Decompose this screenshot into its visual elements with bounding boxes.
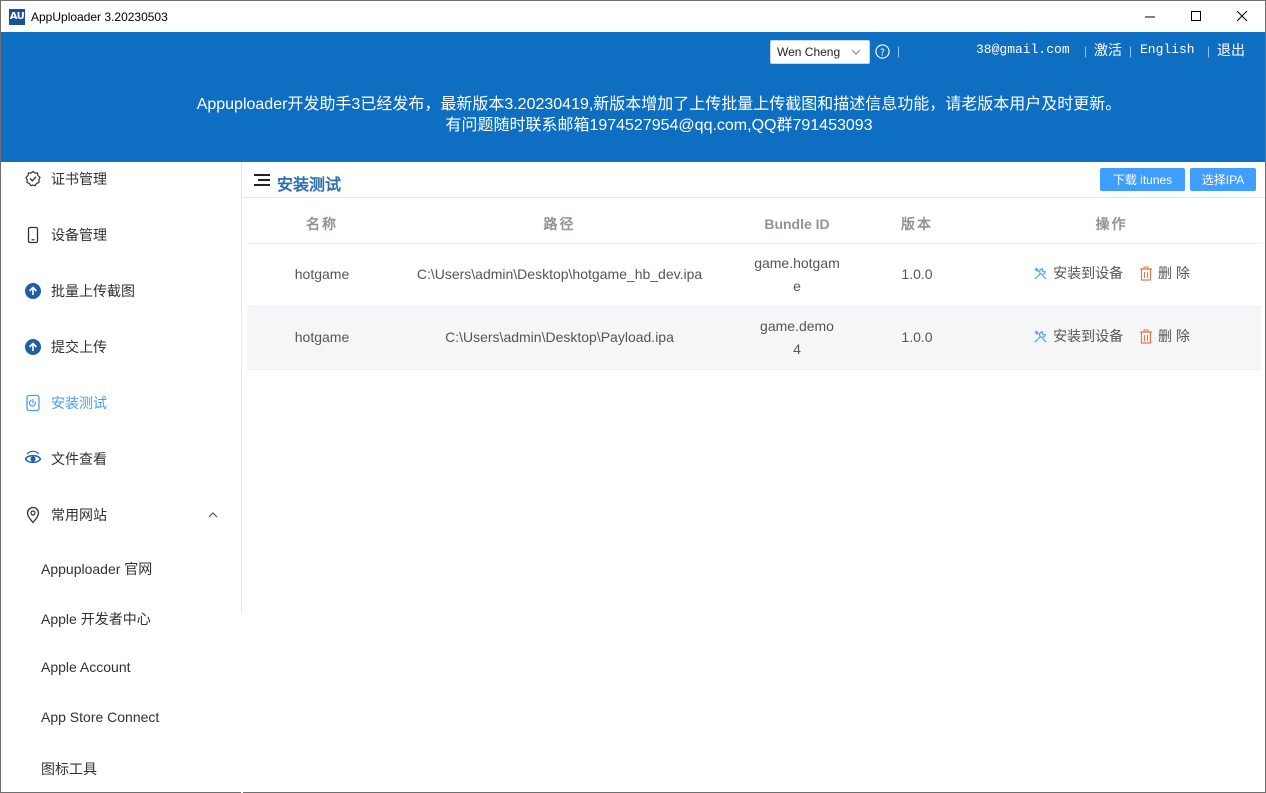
announcement: Appuploader开发助手3已经发布，最新版本3.20230419,新版本增… [1, 94, 1266, 136]
minimize-icon [1144, 16, 1155, 18]
install-to-device-button[interactable]: 安装到设备 [1033, 325, 1123, 348]
user-select-value: Wen Cheng [777, 45, 841, 59]
path-text: C:\Users\admin\Desktop\hotgame_hb_dev.ip… [416, 266, 703, 282]
sidebar-item-label: 提交上传 [51, 339, 107, 355]
tools-icon [1034, 329, 1047, 343]
sidebar-item-label: 批量上传截图 [51, 283, 135, 299]
trash-icon [1140, 329, 1152, 344]
cell-version: 1.0.0 [872, 306, 962, 370]
cell-name: hotgame [247, 243, 397, 307]
certificate-icon [24, 170, 42, 188]
sidebar: 证书管理 设备管理 批量上传截图 提交上传 安装测试 文件查看 常用网站 App… [1, 162, 242, 792]
location-icon [24, 506, 42, 524]
sidebar-item-label: 设备管理 [51, 227, 107, 243]
menu-icon[interactable] [254, 173, 270, 187]
tools-icon [1034, 266, 1047, 280]
bundle-id-text: game.demo4 [760, 317, 834, 357]
minimize-button[interactable] [1127, 1, 1173, 32]
cell-version: 1.0.0 [872, 243, 962, 307]
column-header-name: 名称 [247, 206, 397, 244]
header-separator: | [897, 44, 901, 58]
cell-actions: 安装到设备 删 除 [962, 306, 1261, 370]
column-header-path: 路径 [397, 206, 722, 244]
page-title: 安装测试 [277, 177, 342, 194]
ipa-table: 名称 路径 Bundle ID 版本 操作 hotgame C:\Users\a… [247, 206, 1261, 370]
sidebar-link-apple-account[interactable]: Apple Account [41, 659, 131, 675]
window-title: AppUploader 3.20230503 [31, 9, 168, 24]
close-icon [1236, 11, 1247, 22]
install-test-icon [24, 394, 42, 412]
column-header-actions: 操作 [962, 206, 1261, 244]
page-header: 安装测试 下载 itunes 选择IPA [242, 162, 1265, 198]
table-row: hotgame C:\Users\admin\Desktop\hotgame_h… [247, 243, 1261, 307]
sidebar-item-devices[interactable]: 设备管理 [1, 207, 241, 263]
select-ipa-button[interactable]: 选择IPA [1190, 168, 1256, 191]
download-itunes-button[interactable]: 下载 itunes [1100, 168, 1185, 191]
cell-bundle-id: game.demo4 [722, 306, 872, 370]
delete-button[interactable]: 删 除 [1139, 262, 1190, 285]
svg-text:?: ? [880, 47, 885, 58]
table-row: hotgame C:\Users\admin\Desktop\Payload.i… [247, 306, 1261, 370]
sidebar-item-label: 证书管理 [51, 171, 107, 187]
sidebar-item-certificates[interactable]: 证书管理 [1, 151, 241, 207]
cell-bundle-id: game.hotgame [722, 243, 872, 307]
sidebar-item-label: 文件查看 [51, 451, 107, 467]
upload-circle-icon [24, 282, 42, 300]
user-select[interactable]: Wen Cheng [770, 40, 870, 64]
header-banner: Wen Cheng ? | 38@gmail.com | 激活 | Englis… [1, 32, 1265, 162]
install-to-device-button[interactable]: 安装到设备 [1033, 262, 1123, 285]
delete-label: 删 除 [1158, 264, 1190, 281]
title-bar: AU AppUploader 3.20230503 [1, 1, 1265, 32]
help-icon[interactable]: ? [875, 44, 890, 59]
close-button[interactable] [1219, 1, 1265, 32]
install-label: 安装到设备 [1053, 264, 1124, 281]
app-window: AU AppUploader 3.20230503 Wen Cheng ? | … [0, 0, 1266, 793]
header-separator: | [1084, 44, 1088, 58]
cell-actions: 安装到设备 删 除 [962, 243, 1261, 307]
sidebar-item-label: 安装测试 [51, 395, 107, 411]
user-email: 38@gmail.com [976, 42, 1070, 57]
path-text: C:\Users\admin\Desktop\Payload.ipa [445, 329, 674, 345]
activate-link[interactable]: 激活 [1094, 40, 1122, 60]
column-header-bundle-id: Bundle ID [722, 206, 872, 244]
sidebar-link-appuploader-site[interactable]: Appuploader 官网 [41, 559, 152, 579]
sidebar-link-apple-developer[interactable]: Apple 开发者中心 [41, 609, 151, 629]
maximize-button[interactable] [1173, 1, 1219, 32]
window-controls [1127, 1, 1265, 32]
maximize-icon [1190, 11, 1201, 21]
file-view-icon [24, 450, 42, 468]
bundle-id-text: game.hotgame [754, 254, 840, 294]
announcement-line1: Appuploader开发助手3已经发布，最新版本3.20230419,新版本增… [196, 96, 1122, 113]
cell-path: C:\Users\admin\Desktop\Payload.ipa [397, 306, 722, 370]
announcement-line2: 有问题随时联系邮箱1974527954@qq.com,QQ群791453093 [445, 117, 873, 134]
table-header-row: 名称 路径 Bundle ID 版本 操作 [247, 206, 1261, 244]
device-icon [24, 226, 42, 244]
cell-path: C:\Users\admin\Desktop\hotgame_hb_dev.ip… [397, 243, 722, 307]
sidebar-link-app-store-connect[interactable]: App Store Connect [41, 709, 159, 725]
install-label: 安装到设备 [1053, 327, 1124, 344]
sidebar-item-websites[interactable]: 常用网站 [1, 487, 241, 543]
upload-circle-icon [24, 338, 42, 356]
trash-icon [1140, 266, 1152, 281]
header-separator: | [1207, 44, 1211, 58]
header-separator: | [1129, 44, 1133, 58]
chevron-up-icon [208, 512, 218, 518]
sidebar-link-icon-tool[interactable]: 图标工具 [41, 759, 97, 779]
sidebar-item-file-view[interactable]: 文件查看 [1, 431, 241, 487]
main-panel: 安装测试 下载 itunes 选择IPA 名称 路径 Bundle ID 版本 … [242, 162, 1265, 792]
chevron-down-icon [851, 49, 861, 55]
cell-name: hotgame [247, 306, 397, 370]
delete-button[interactable]: 删 除 [1139, 325, 1190, 348]
sidebar-item-label: 常用网站 [51, 507, 107, 523]
delete-label: 删 除 [1158, 327, 1190, 344]
sidebar-item-install-test[interactable]: 安装测试 [1, 375, 241, 431]
app-logo-icon: AU [9, 8, 25, 25]
sidebar-item-submit-upload[interactable]: 提交上传 [1, 319, 241, 375]
language-link[interactable]: English [1140, 42, 1195, 57]
sidebar-item-batch-upload[interactable]: 批量上传截图 [1, 263, 241, 319]
column-header-version: 版本 [872, 206, 962, 244]
logout-link[interactable]: 退出 [1217, 40, 1245, 60]
